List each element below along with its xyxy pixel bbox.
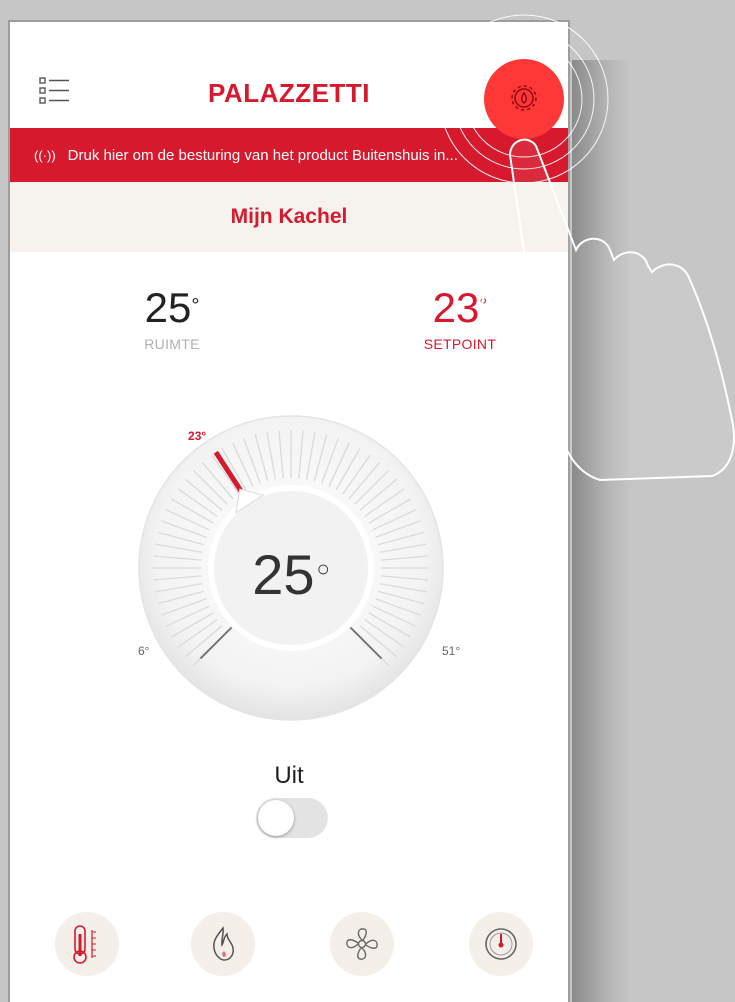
toggle-knob <box>258 800 294 836</box>
setpoint-marker-label: 23° <box>188 429 207 444</box>
flame-gear-icon <box>511 85 537 111</box>
tab-flame[interactable] <box>191 912 255 976</box>
settings-button[interactable] <box>484 59 564 139</box>
power-toggle[interactable] <box>256 798 328 838</box>
temperature-dial[interactable] <box>10 22 568 822</box>
page-shadow <box>572 60 632 1002</box>
tab-fan[interactable] <box>330 912 394 976</box>
dial-max-label: 51° <box>442 644 461 658</box>
tab-temperature[interactable] <box>55 912 119 976</box>
flame-icon <box>213 926 234 961</box>
current-temperature: 25○ <box>216 542 366 607</box>
fan-icon <box>346 928 378 960</box>
current-temp-degree-icon: ○ <box>316 556 330 581</box>
thermometer-icon <box>73 925 96 964</box>
power-label: Uit <box>274 762 304 789</box>
tab-gauge[interactable] <box>469 912 533 976</box>
phone-screen: PALAZZETTI ((·)) Druk hier om de besturi… <box>8 20 570 1002</box>
dial-min-label: 6° <box>138 644 150 658</box>
current-temp-value: 25 <box>252 543 315 606</box>
gauge-icon <box>485 928 517 960</box>
